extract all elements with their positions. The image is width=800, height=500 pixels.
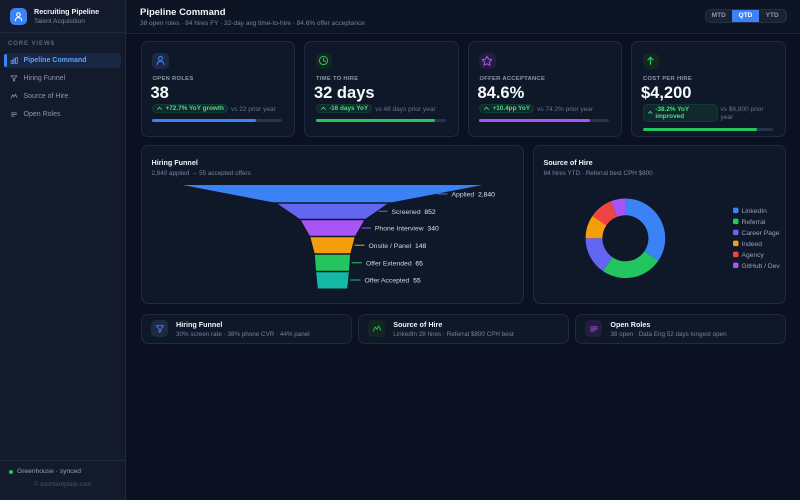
svg-text:LinkedIn: LinkedIn: [741, 208, 767, 215]
svg-text:Referral: Referral: [741, 219, 765, 226]
svg-text:Career Page: Career Page: [741, 230, 779, 237]
svg-text:Applied 2,840: Applied 2,840: [451, 192, 495, 199]
svg-text:GitHub / Dev: GitHub / Dev: [741, 263, 780, 270]
svg-text:Offer Accepted 55: Offer Accepted 55: [364, 278, 420, 285]
svg-text:Agency: Agency: [741, 252, 764, 259]
svg-text:Offer Extended 65: Offer Extended 65: [366, 260, 423, 267]
svg-text:Onsite / Panel 148: Onsite / Panel 148: [368, 243, 426, 250]
svg-text:Phone Interview 340: Phone Interview 340: [374, 226, 438, 233]
svg-text:Indeed: Indeed: [741, 241, 762, 248]
svg-text:Screened 852: Screened 852: [391, 209, 435, 216]
